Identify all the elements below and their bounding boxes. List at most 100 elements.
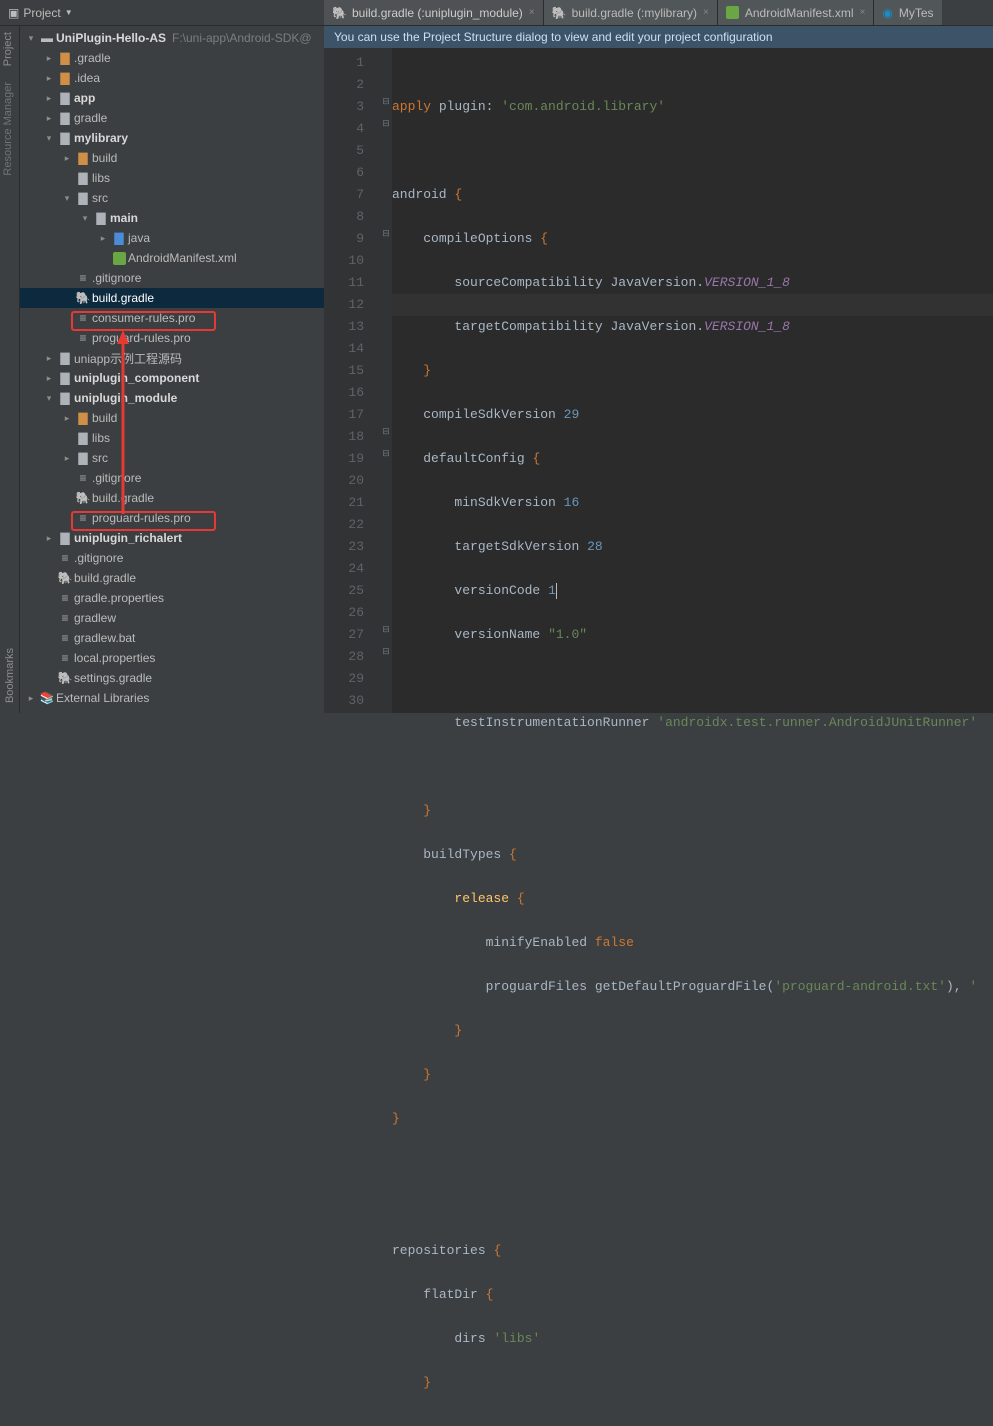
project-icon: ▣ bbox=[8, 6, 19, 20]
code-area[interactable]: apply plugin: 'com.android.library' andr… bbox=[392, 48, 993, 713]
tree-uniplugin-component[interactable]: ▸▇uniplugin_component bbox=[20, 368, 324, 388]
tree-src2[interactable]: ▸▇src bbox=[20, 448, 324, 468]
close-icon[interactable]: × bbox=[703, 7, 709, 18]
chevron-right-icon[interactable]: ▸ bbox=[42, 113, 56, 124]
tree-gradleprop[interactable]: ≡gradle.properties bbox=[20, 588, 324, 608]
chevron-right-icon[interactable]: ▸ bbox=[60, 413, 74, 424]
tree-gradlewbat[interactable]: ≡gradlew.bat bbox=[20, 628, 324, 648]
tree-libs2[interactable]: ▇libs bbox=[20, 428, 324, 448]
tree-uniplugin-module[interactable]: ▾▇uniplugin_module bbox=[20, 388, 324, 408]
fold-icon[interactable]: ⊟ bbox=[381, 118, 391, 128]
chevron-right-icon[interactable]: ▸ bbox=[42, 373, 56, 384]
fold-icon[interactable]: ⊟ bbox=[381, 646, 391, 656]
editor-pane[interactable]: You can use the Project Structure dialog… bbox=[324, 26, 993, 713]
fold-icon[interactable]: ⊟ bbox=[381, 448, 391, 458]
chevron-down-icon[interactable]: ▾ bbox=[78, 213, 92, 224]
chevron-down-icon[interactable]: ▾ bbox=[24, 33, 38, 44]
line-number: 17 bbox=[324, 404, 364, 426]
tree-gradle2[interactable]: ▸▇gradle bbox=[20, 108, 324, 128]
chevron-right-icon[interactable]: ▸ bbox=[60, 153, 74, 164]
fold-icon[interactable]: ⊟ bbox=[381, 228, 391, 238]
line-number: 5 bbox=[324, 140, 364, 162]
module-icon: ▬ bbox=[38, 31, 56, 45]
fold-icon[interactable]: ⊟ bbox=[381, 96, 391, 106]
line-number: 24 bbox=[324, 558, 364, 580]
tree-external-libraries[interactable]: ▸📚External Libraries bbox=[20, 688, 324, 708]
tree-uniappex[interactable]: ▸▇uniapp示例工程源码 bbox=[20, 348, 324, 368]
tab-build-gradle-module[interactable]: 🐘 build.gradle (:uniplugin_module) × bbox=[324, 0, 544, 25]
code-line: } bbox=[392, 1372, 993, 1394]
tree-idea[interactable]: ▸▇.idea bbox=[20, 68, 324, 88]
project-view-selector[interactable]: ▣ Project ▼ bbox=[8, 6, 73, 20]
tree-manifest[interactable]: AndroidManifest.xml bbox=[20, 248, 324, 268]
line-number: 28 bbox=[324, 646, 364, 668]
tree-java[interactable]: ▸▇java bbox=[20, 228, 324, 248]
tree-gitignore[interactable]: ≡.gitignore bbox=[20, 268, 324, 288]
chevron-right-icon[interactable]: ▸ bbox=[42, 73, 56, 84]
chevron-right-icon[interactable]: ▸ bbox=[24, 693, 38, 704]
tab-android-manifest[interactable]: AndroidManifest.xml × bbox=[718, 0, 875, 25]
tree-build2[interactable]: ▸▇build bbox=[20, 408, 324, 428]
tab-build-gradle-mylibrary[interactable]: 🐘 build.gradle (:mylibrary) × bbox=[544, 0, 718, 25]
rail-project[interactable]: Project bbox=[0, 26, 16, 72]
chevron-down-icon[interactable]: ▾ bbox=[42, 393, 56, 404]
chevron-right-icon[interactable]: ▸ bbox=[42, 53, 56, 64]
chevron-down-icon[interactable]: ▾ bbox=[60, 193, 74, 204]
module-icon: ▇ bbox=[56, 131, 74, 145]
chevron-right-icon[interactable]: ▸ bbox=[60, 453, 74, 464]
tree-settings[interactable]: 🐘settings.gradle bbox=[20, 668, 324, 688]
code-line: compileSdkVersion 29 bbox=[392, 404, 993, 426]
code-line: compileOptions { bbox=[392, 228, 993, 250]
code-line: sourceCompatibility JavaVersion.VERSION_… bbox=[392, 272, 993, 294]
line-number: 25 bbox=[324, 580, 364, 602]
fold-icon[interactable]: ⊟ bbox=[381, 624, 391, 634]
tree-mylibrary[interactable]: ▾▇mylibrary bbox=[20, 128, 324, 148]
chevron-right-icon[interactable]: ▸ bbox=[42, 533, 56, 544]
tree-buildgradle-module[interactable]: 🐘build.gradle bbox=[20, 488, 324, 508]
chevron-right-icon[interactable]: ▸ bbox=[42, 93, 56, 104]
tree-libs[interactable]: ▇libs bbox=[20, 168, 324, 188]
tree-main[interactable]: ▾▇main bbox=[20, 208, 324, 228]
code-line: testInstrumentationRunner 'androidx.test… bbox=[392, 712, 993, 734]
project-tree[interactable]: ▾ ▬ UniPlugin-Hello-AS F:\uni-app\Androi… bbox=[20, 26, 324, 713]
line-number: 10 bbox=[324, 250, 364, 272]
chevron-right-icon[interactable]: ▸ bbox=[42, 353, 56, 364]
module-icon: ▇ bbox=[56, 391, 74, 405]
fold-column[interactable]: ⊟ ⊟ ⊟ ⊟ ⊟ ⊟ ⊟ bbox=[380, 48, 392, 713]
tree-gitignore2[interactable]: ≡.gitignore bbox=[20, 468, 324, 488]
tree-proguard[interactable]: ≡proguard-rules.pro bbox=[20, 328, 324, 348]
chevron-right-icon[interactable]: ▸ bbox=[96, 233, 110, 244]
tree-build[interactable]: ▸▇build bbox=[20, 148, 324, 168]
code-line: versionName "1.0" bbox=[392, 624, 993, 646]
line-number: 16 bbox=[324, 382, 364, 404]
rail-bookmarks[interactable]: Bookmarks bbox=[2, 642, 18, 709]
tree-proguard2[interactable]: ≡proguard-rules.pro bbox=[20, 508, 324, 528]
tree-src[interactable]: ▾▇src bbox=[20, 188, 324, 208]
info-banner[interactable]: You can use the Project Structure dialog… bbox=[324, 26, 993, 48]
tree-uniplugin-richalert[interactable]: ▸▇uniplugin_richalert bbox=[20, 528, 324, 548]
folder-icon: ▇ bbox=[56, 71, 74, 85]
close-icon[interactable]: × bbox=[529, 7, 535, 18]
tree-buildgradle-root[interactable]: 🐘build.gradle bbox=[20, 568, 324, 588]
folder-icon: ▇ bbox=[74, 151, 92, 165]
chevron-down-icon[interactable]: ▾ bbox=[42, 133, 56, 144]
elephant-icon: 🐘 bbox=[332, 6, 346, 20]
tree-gitignore3[interactable]: ≡.gitignore bbox=[20, 548, 324, 568]
module-icon: ▇ bbox=[56, 371, 74, 385]
folder-icon: ▇ bbox=[74, 451, 92, 465]
tab-mytest[interactable]: ◉ MyTes bbox=[874, 0, 941, 25]
tree-consumer[interactable]: ≡consumer-rules.pro bbox=[20, 308, 324, 328]
manifest-icon bbox=[110, 252, 128, 265]
tree-app[interactable]: ▸▇app bbox=[20, 88, 324, 108]
close-icon[interactable]: × bbox=[860, 7, 866, 18]
code-line bbox=[392, 756, 993, 778]
rail-resource-manager[interactable]: Resource Manager bbox=[0, 76, 16, 182]
tree-gradlew[interactable]: ≡gradlew bbox=[20, 608, 324, 628]
folder-icon: ▇ bbox=[56, 51, 74, 65]
gutter[interactable]: 1 2 3 4 5 6 7 8 9 10 11 12 13 14 15 16 1… bbox=[324, 48, 380, 713]
fold-icon[interactable]: ⊟ bbox=[381, 426, 391, 436]
tree-buildgradle-mylibrary[interactable]: 🐘build.gradle bbox=[20, 288, 324, 308]
tree-localprop[interactable]: ≡local.properties bbox=[20, 648, 324, 668]
tree-gradle[interactable]: ▸▇.gradle bbox=[20, 48, 324, 68]
project-root[interactable]: ▾ ▬ UniPlugin-Hello-AS F:\uni-app\Androi… bbox=[20, 28, 324, 48]
